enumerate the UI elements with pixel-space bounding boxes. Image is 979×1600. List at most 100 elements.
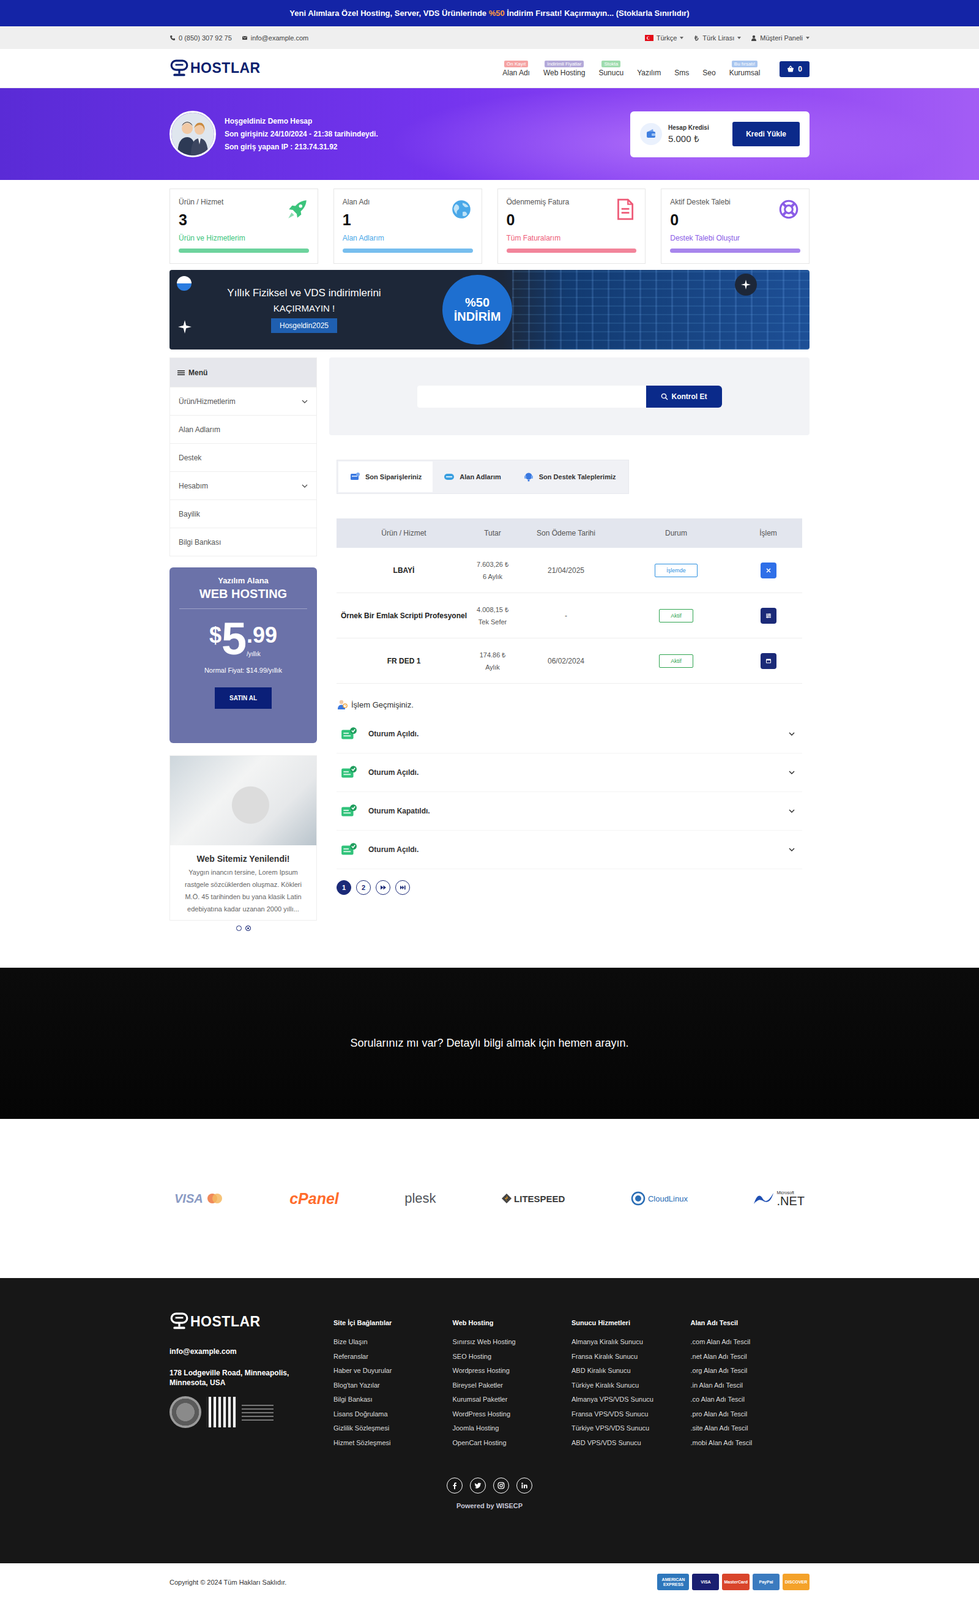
phone[interactable]: 0 (850) 307 92 75 (169, 34, 232, 42)
status-badge: İşlemde (654, 563, 698, 577)
history-row[interactable]: Oturum Açıldı. (336, 753, 803, 792)
stat-card[interactable]: Aktif Destek Talebi 0 Destek Talebi Oluş… (660, 188, 810, 264)
menu-header[interactable]: Menü (170, 357, 317, 387)
nav-item[interactable]: Sms (674, 59, 689, 78)
footer-link[interactable]: Gizlilik Sözleşmesi (333, 1420, 453, 1436)
footer-link[interactable]: Bize Ulaşın (333, 1334, 453, 1350)
action-button[interactable] (760, 607, 777, 624)
footer-link[interactable]: Lisans Doğrulama (333, 1406, 453, 1422)
nav-item[interactable]: Yazılım (636, 59, 661, 78)
action-button[interactable] (760, 652, 777, 669)
linkedin-button[interactable] (516, 1477, 533, 1493)
banner-image (512, 269, 810, 350)
footer-link[interactable]: ABD VPS/VDS Sunucu (571, 1435, 691, 1451)
footer-link[interactable]: .org Alan Adı Tescil (690, 1363, 811, 1378)
carousel-dot[interactable] (236, 925, 242, 931)
history-icon (336, 698, 348, 710)
page-button[interactable]: 2 (356, 879, 371, 895)
footer-link[interactable]: .site Alan Adı Tescil (690, 1420, 811, 1436)
tab[interactable]: Son Siparişleriniz (338, 461, 433, 492)
tab[interactable]: Alan Adlarım (432, 461, 512, 492)
footer-link[interactable]: Joomla Hosting (452, 1420, 573, 1436)
footer-link[interactable]: ABD Kiralık Sunucu (571, 1363, 691, 1378)
tab-icon (523, 471, 535, 483)
footer-link[interactable]: Hizmet Sözleşmesi (333, 1435, 453, 1451)
language-select[interactable]: Türkçe (644, 34, 685, 42)
footer-link[interactable]: Fransa VPS/VDS Sunucu (571, 1406, 691, 1422)
nav-item[interactable]: Seo (702, 59, 716, 78)
orders-table: Ürün / HizmetTutarSon Ödeme TarihiDurumİ… (336, 518, 803, 684)
footer-link[interactable]: .pro Alan Adı Tescil (690, 1406, 811, 1422)
table-row[interactable]: LBAYİ 7.603,26 ₺6 Aylık 21/04/2025 İşlem… (336, 547, 803, 593)
logo[interactable]: HOSTLAR (169, 58, 261, 79)
footer-link[interactable]: .in Alan Adı Tescil (690, 1377, 811, 1393)
table-header: Ürün / HizmetTutarSon Ödeme TarihiDurumİ… (336, 518, 803, 548)
footer-link[interactable]: SEO Hosting (452, 1349, 573, 1364)
nav-item[interactable]: Bu fırsatı! Kurumsal (729, 60, 761, 78)
table-row[interactable]: Örnek Bir Emlak Scripti Profesyonel 4.00… (336, 592, 803, 639)
nav-item[interactable]: Ön Kayıt Alan Adı (502, 60, 530, 78)
promo-banner[interactable]: Yıllık Fiziksel ve VDS indirimlerini KAÇ… (169, 269, 810, 350)
stat-bar (670, 248, 801, 253)
sidebar-item[interactable]: Bilgi Bankası (170, 527, 317, 556)
footer-link[interactable]: Bilgi Bankası (333, 1392, 453, 1407)
sidebar-item[interactable]: Hesabım (170, 471, 317, 500)
nav-item[interactable]: Stokta Sunucu (598, 60, 624, 78)
table-row[interactable]: FR DED 1 174.86 ₺Aylık 06/02/2024 Aktif (336, 638, 803, 684)
footer-link[interactable]: .co Alan Adı Tescil (690, 1392, 811, 1407)
sidebar-item[interactable]: Destek (170, 442, 317, 472)
footer-link[interactable]: Almanya Kiralık Sunucu (571, 1334, 691, 1350)
stat-card[interactable]: Ödenmemiş Fatura 0 Tüm Faturalarım (497, 188, 647, 264)
footer-link[interactable]: Bireysel Paketler (452, 1377, 573, 1393)
footer-link[interactable]: OpenCart Hosting (452, 1435, 573, 1451)
history-row[interactable]: Oturum Kapatıldı. (336, 791, 803, 831)
panel-icon (765, 657, 772, 664)
cta-text: Sorularınız mı var? Detaylı bilgi almak … (349, 1036, 629, 1050)
tab[interactable]: Son Destek Taleplerimiz (512, 461, 628, 492)
load-credit-button[interactable]: Kredi Yükle (732, 121, 800, 147)
check-button[interactable]: Kontrol Et (646, 385, 723, 408)
action-button[interactable] (760, 562, 777, 579)
footer-link[interactable]: Haber ve Duyurular (333, 1363, 453, 1378)
next-page-button[interactable] (375, 879, 391, 895)
footer-link[interactable]: Referanslar (333, 1349, 453, 1364)
footer-email[interactable]: info@example.com (169, 1346, 334, 1356)
nav-item[interactable]: İndirimli Fiyatlar Web Hosting (543, 60, 585, 78)
powered-by[interactable]: Powered by WISECP (0, 1501, 979, 1509)
sidebar-item[interactable]: Alan Adlarım (170, 414, 317, 443)
stat-card[interactable]: Alan Adı 1 Alan Adlarım (333, 188, 483, 264)
footer-link[interactable]: Fransa Kiralık Sunucu (571, 1349, 691, 1364)
stat-card[interactable]: Ürün / Hizmet 3 Ürün ve Hizmetlerim (169, 188, 319, 264)
footer-link[interactable]: Sınırsız Web Hosting (452, 1334, 573, 1350)
footer-logo[interactable]: HOSTLAR (169, 1311, 334, 1331)
footer-link[interactable]: Türkiye Kiralık Sunucu (571, 1377, 691, 1393)
twitter-button[interactable] (469, 1477, 486, 1493)
currency-select[interactable]: Türk Lirası (693, 34, 741, 42)
instagram-button[interactable] (493, 1477, 510, 1493)
footer-link[interactable]: Blog'tan Yazılar (333, 1377, 453, 1393)
footer-link[interactable]: Kurumsal Paketler (452, 1392, 573, 1407)
sidebar-item[interactable]: Ürün/Hizmetlerim (170, 386, 317, 415)
cart-button[interactable]: 0 (779, 61, 810, 78)
page-button[interactable]: 1 (336, 879, 352, 895)
domain-input[interactable] (417, 385, 647, 408)
carousel-dot[interactable] (245, 925, 251, 931)
footer-link[interactable]: WordPress Hosting (452, 1406, 573, 1422)
history-row[interactable]: Oturum Açıldı. (336, 714, 803, 754)
facebook-button[interactable] (446, 1477, 463, 1493)
email[interactable]: info@example.com (241, 34, 309, 42)
blog-card[interactable]: Web Sitemiz Yenilendi! Yaygın inancın te… (169, 755, 317, 921)
footer-link[interactable]: .com Alan Adı Tescil (690, 1334, 811, 1350)
footer-link[interactable]: .net Alan Adı Tescil (690, 1349, 811, 1364)
discount-badge: %50 İNDİRİM (442, 274, 513, 345)
footer-link[interactable]: Almanya VPS/VDS Sunucu (571, 1392, 691, 1407)
footer-link[interactable]: Türkiye VPS/VDS Sunucu (571, 1420, 691, 1436)
footer-link[interactable]: .mobi Alan Adı Tescil (690, 1435, 811, 1451)
buy-button[interactable]: SATIN AL (214, 687, 272, 709)
mail-icon (241, 34, 248, 41)
history-row[interactable]: Oturum Açıldı. (336, 830, 803, 869)
sidebar-item[interactable]: Bayilik (170, 499, 317, 528)
last-page-button[interactable] (395, 879, 410, 895)
footer-link[interactable]: Wordpress Hosting (452, 1363, 573, 1378)
client-panel-link[interactable]: Müşteri Paneli (750, 34, 810, 42)
